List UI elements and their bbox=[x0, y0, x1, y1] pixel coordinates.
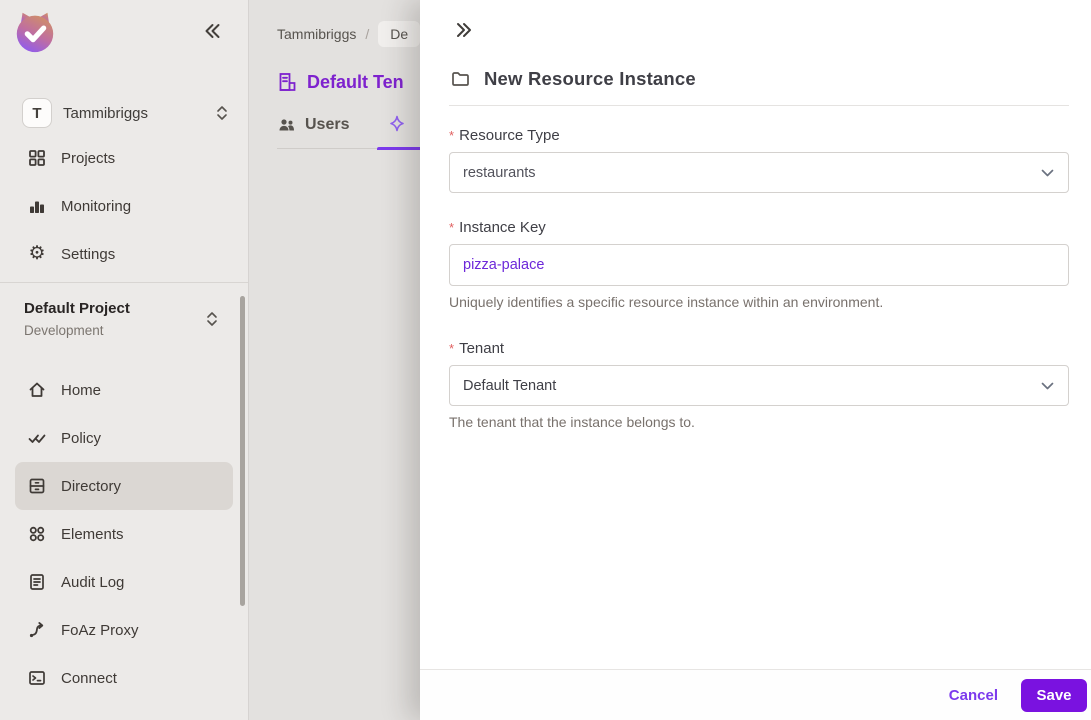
select-value: Default Tenant bbox=[463, 377, 557, 394]
terminal-icon bbox=[27, 668, 47, 688]
field-helper-text: The tenant that the instance belongs to. bbox=[449, 414, 695, 430]
field-label-row: * Tenant bbox=[449, 340, 1069, 357]
select-value: restaurants bbox=[463, 164, 536, 181]
sidebar-item-label: Projects bbox=[61, 149, 116, 167]
field-label: Instance Key bbox=[459, 219, 546, 236]
field-tenant: * Tenant Default Tenant The tenant that … bbox=[449, 340, 1069, 430]
page-title: Default Ten bbox=[307, 71, 404, 92]
users-icon bbox=[277, 116, 296, 134]
sidebar-item-label: Audit Log bbox=[61, 573, 125, 591]
tab-users[interactable]: Users bbox=[277, 116, 349, 148]
breadcrumb-current[interactable]: De bbox=[378, 21, 421, 47]
project-name: Default Project bbox=[24, 300, 130, 317]
sidebar-item-policy[interactable]: Policy bbox=[15, 414, 233, 462]
chevron-down-icon bbox=[1041, 169, 1054, 177]
double-check-icon bbox=[27, 428, 47, 448]
workspace-switcher[interactable]: T Tammibriggs bbox=[22, 98, 228, 128]
chevron-up-down-icon bbox=[216, 105, 228, 121]
folder-icon bbox=[450, 69, 471, 89]
sidebar-project-nav: Home Policy Directory Elements Audit Log… bbox=[0, 366, 248, 702]
save-button[interactable]: Save bbox=[1021, 678, 1087, 712]
field-instance-key: * Instance Key Uniquely identifies a spe… bbox=[449, 219, 1069, 310]
sidebar-item-label: Home bbox=[61, 381, 102, 399]
field-resource-type: * Resource Type restaurants bbox=[449, 127, 1069, 193]
sidebar-item-label: Policy bbox=[61, 429, 102, 447]
field-label-row: * Resource Type bbox=[449, 127, 1069, 144]
panel-footer: Cancel Save bbox=[420, 669, 1091, 720]
sidebar-item-audit-log[interactable]: Audit Log bbox=[15, 558, 233, 606]
chevrons-left-icon[interactable] bbox=[202, 21, 222, 41]
cabinet-icon bbox=[27, 476, 47, 496]
panel-header: New Resource Instance bbox=[420, 40, 1091, 90]
required-asterisk: * bbox=[449, 341, 455, 356]
panel-title: New Resource Instance bbox=[484, 68, 696, 89]
sidebar-item-label: Elements bbox=[61, 525, 124, 543]
grid-icon bbox=[27, 148, 47, 168]
sidebar-item-home[interactable]: Home bbox=[15, 366, 233, 414]
project-environment: Development bbox=[24, 323, 104, 338]
building-icon bbox=[277, 71, 298, 93]
permit-logo-icon[interactable] bbox=[12, 8, 58, 54]
sidebar-item-settings[interactable]: ⚙ Settings bbox=[15, 230, 233, 278]
sidebar-item-elements[interactable]: Elements bbox=[15, 510, 233, 558]
gear-icon: ⚙ bbox=[28, 243, 46, 264]
chevron-down-icon bbox=[1041, 382, 1054, 390]
sidebar-top-nav: Projects Monitoring ⚙ Settings bbox=[0, 134, 248, 278]
new-resource-instance-panel: New Resource Instance * Resource Type re… bbox=[420, 0, 1091, 720]
circles-icon bbox=[27, 524, 47, 544]
chevrons-right-icon[interactable] bbox=[454, 20, 1069, 40]
sidebar-scrollbar[interactable] bbox=[240, 296, 245, 606]
project-switcher[interactable]: Default Project Development bbox=[0, 283, 248, 366]
sidebar-item-label: Connect bbox=[61, 669, 117, 687]
workspace-avatar: T bbox=[22, 98, 52, 128]
sidebar-item-label: Monitoring bbox=[61, 197, 132, 215]
panel-top-bar bbox=[420, 0, 1091, 40]
field-label: Resource Type bbox=[459, 127, 560, 144]
field-label: Tenant bbox=[459, 340, 505, 357]
sidebar-logo-row bbox=[0, 0, 248, 62]
route-arrow-icon bbox=[27, 620, 47, 640]
field-helper-text: Uniquely identifies a specific resource … bbox=[449, 294, 884, 310]
sparkle-icon bbox=[387, 114, 407, 134]
breadcrumb-separator: / bbox=[365, 26, 370, 42]
sidebar-item-monitoring[interactable]: Monitoring bbox=[15, 182, 233, 230]
sidebar-item-connect[interactable]: Connect bbox=[15, 654, 233, 702]
field-label-row: * Instance Key bbox=[449, 219, 1069, 236]
sidebar-item-label: FoAz Proxy bbox=[61, 621, 139, 639]
panel-form: * Resource Type restaurants * Instance K… bbox=[420, 106, 1091, 669]
bar-chart-icon bbox=[27, 196, 47, 216]
document-icon bbox=[27, 572, 47, 592]
instance-key-input[interactable] bbox=[449, 244, 1069, 286]
sidebar: T Tammibriggs Projects Monitoring ⚙ Sett… bbox=[0, 0, 249, 720]
required-asterisk: * bbox=[449, 220, 455, 235]
sidebar-item-label: Directory bbox=[61, 477, 122, 495]
tenant-select[interactable]: Default Tenant bbox=[449, 365, 1069, 406]
resource-type-select[interactable]: restaurants bbox=[449, 152, 1069, 193]
sidebar-item-projects[interactable]: Projects bbox=[15, 134, 233, 182]
workspace-name: Tammibriggs bbox=[63, 104, 149, 122]
required-asterisk: * bbox=[449, 128, 455, 143]
cancel-button[interactable]: Cancel bbox=[939, 681, 1008, 710]
chevron-up-down-icon[interactable] bbox=[206, 311, 218, 327]
breadcrumb-workspace[interactable]: Tammibriggs bbox=[277, 26, 356, 42]
home-icon bbox=[27, 380, 47, 400]
sidebar-item-foaz-proxy[interactable]: FoAz Proxy bbox=[15, 606, 233, 654]
sidebar-item-label: Settings bbox=[61, 245, 116, 263]
sidebar-item-directory[interactable]: Directory bbox=[15, 462, 233, 510]
tab-label: Users bbox=[305, 116, 350, 133]
